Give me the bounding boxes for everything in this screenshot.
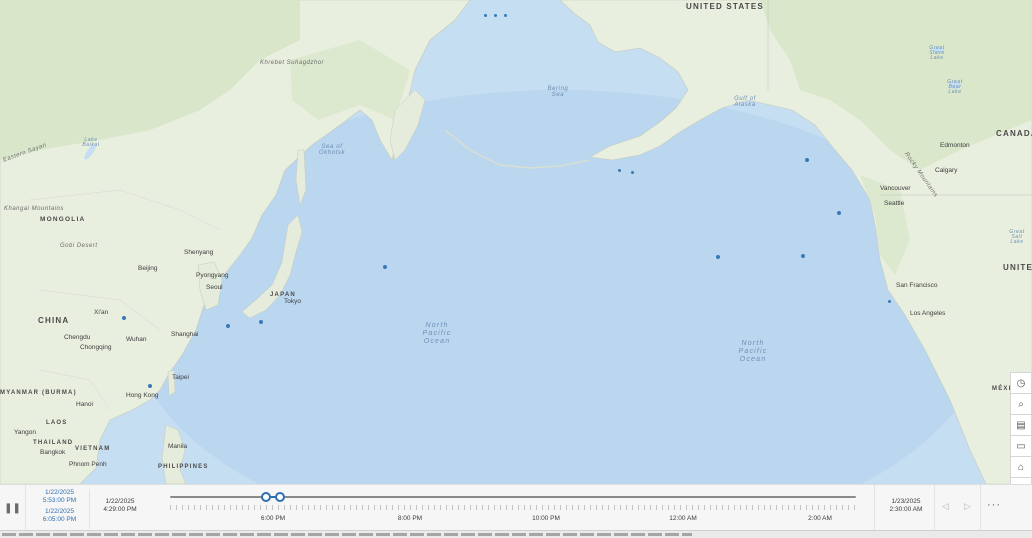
map-marker[interactable] (226, 324, 230, 328)
map-marker[interactable] (805, 158, 809, 162)
city-label: Hong Kong (126, 392, 159, 399)
tick-label: 2:00 AM (808, 515, 832, 522)
city-label: Chongqing (80, 344, 112, 351)
sea-label: Bering Sea (547, 86, 569, 98)
tick-label: 8:00 PM (397, 515, 423, 522)
sea-label: Sea of Okhotsk (318, 144, 346, 156)
current-start-date: 1/22/2025 (45, 489, 74, 496)
next-icon: ▷ (964, 501, 971, 511)
map-marker[interactable] (837, 211, 841, 215)
extent-end-time: 2:30:00 AM (889, 505, 923, 513)
extent-start-time: 4:29:00 PM (103, 505, 137, 513)
map-marker[interactable] (504, 14, 507, 17)
current-end-time: 6:05:00 PM (42, 515, 77, 523)
attribution-bar (0, 530, 1032, 538)
tick-label: 10:00 PM (532, 515, 560, 522)
city-label: Yangon (14, 429, 36, 436)
map-marker[interactable] (716, 255, 720, 259)
lake-label: Great Salt Lake (1009, 229, 1025, 245)
map-marker[interactable] (148, 384, 152, 388)
basemap (0, 0, 1032, 484)
ocean-label: North Pacific Ocean (738, 340, 768, 363)
country-label: PHILIPPINES (158, 464, 209, 470)
lake-label: Great Slave Lake (929, 45, 945, 61)
city-label: Manila (168, 443, 188, 450)
map-marker[interactable] (383, 265, 387, 269)
extent-start-date: 1/22/2025 (105, 498, 135, 505)
map-marker[interactable] (122, 316, 126, 320)
map-view[interactable]: UNITED STATES CANADA MONGOLIA CHINA JAPA… (0, 0, 1032, 484)
country-label: UNITED STATES (1003, 263, 1032, 272)
city-label: Vancouver (880, 185, 911, 192)
country-label: UNITED STATES (686, 2, 764, 11)
previous-button[interactable]: ◁ (942, 501, 949, 512)
city-label: Xi'an (94, 309, 109, 316)
extent-end-date: 1/23/2025 (891, 498, 921, 505)
city-label: Phnom Penh (69, 461, 107, 468)
city-label: Pyongyang (196, 272, 229, 279)
current-start-time: 5:53:00 PM (42, 496, 77, 504)
region-label: Gobi Desert (60, 243, 98, 249)
pause-button[interactable]: ❚❚ (0, 485, 26, 531)
next-button[interactable]: ▷ (964, 501, 971, 512)
time-slider: ❚❚ 1/22/2025 5:53:00 PM 1/22/2025 6:05:0… (0, 484, 1032, 531)
city-label: Calgary (935, 167, 958, 174)
region-label: Khangai Mountains (4, 206, 64, 212)
country-label: MYANMAR (BURMA) (0, 390, 77, 396)
plus-icon[interactable]: + (1010, 477, 1032, 484)
city-label: Chengdu (64, 334, 91, 341)
city-label: Beijing (138, 265, 158, 272)
city-label: Shenyang (184, 249, 214, 256)
tick-label: 12:00 AM (669, 515, 697, 522)
city-label: Taipei (172, 374, 189, 381)
sea-label: Gulf of Alaska (734, 96, 756, 108)
current-time-extent: 1/22/2025 5:53:00 PM 1/22/2025 6:05:00 P… (30, 489, 90, 529)
map-marker[interactable] (259, 320, 263, 324)
extent-end: 1/23/2025 2:30:00 AM (880, 498, 932, 513)
ellipsis-icon: ··· (987, 499, 1001, 511)
home-icon[interactable]: ⌂ (1010, 456, 1032, 477)
more-options-button[interactable]: ··· (982, 499, 1006, 511)
city-label: Wuhan (126, 336, 147, 343)
current-end-date: 1/22/2025 (45, 508, 74, 515)
map-marker[interactable] (618, 169, 621, 172)
country-label: VIETNAM (75, 446, 111, 452)
country-label: CHINA (38, 316, 70, 325)
city-label: Shanghai (171, 331, 199, 338)
extent-start: 1/22/2025 4:29:00 PM (96, 498, 144, 513)
city-label: Seoul (206, 284, 223, 291)
tick-label: 6:00 PM (260, 515, 286, 522)
clock-icon[interactable]: ◷ (1010, 372, 1032, 393)
map-marker[interactable] (494, 14, 497, 17)
country-label: CANADA (996, 129, 1032, 138)
country-label: THAILAND (33, 440, 74, 446)
map-marker[interactable] (484, 14, 487, 17)
city-label: Edmonton (940, 142, 970, 149)
city-label: San Francisco (896, 282, 938, 289)
region-label: Khrebet Suhagdzhor (260, 60, 325, 66)
slider-ticks (170, 505, 856, 510)
map-marker[interactable] (801, 254, 805, 258)
map-toolbar: ◷ ⌕ ▤ ▭ ⌂ + − (1010, 372, 1032, 484)
search-icon[interactable]: ⌕ (1010, 393, 1032, 414)
lake-label: Great Bear Lake (947, 79, 963, 95)
city-label: Bangkok (40, 449, 66, 456)
city-label: Hanoi (76, 401, 93, 408)
map-marker[interactable] (631, 171, 634, 174)
previous-icon: ◁ (942, 501, 949, 511)
pause-icon: ❚❚ (4, 502, 21, 514)
layers-icon[interactable]: ▤ (1010, 414, 1032, 435)
country-label: MONGOLIA (40, 216, 86, 223)
city-label: Tokyo (284, 298, 301, 305)
city-label: Los Angeles (910, 310, 946, 317)
country-label: LAOS (46, 420, 68, 426)
lake-label: Lake Baikal (82, 137, 100, 148)
slider-thumb-end[interactable] (274, 492, 285, 502)
slider-thumb-start[interactable] (261, 492, 272, 502)
map-marker[interactable] (888, 300, 891, 303)
city-label: Seattle (884, 200, 905, 207)
ocean-label: North Pacific Ocean (422, 322, 452, 345)
monitor-icon[interactable]: ▭ (1010, 435, 1032, 456)
